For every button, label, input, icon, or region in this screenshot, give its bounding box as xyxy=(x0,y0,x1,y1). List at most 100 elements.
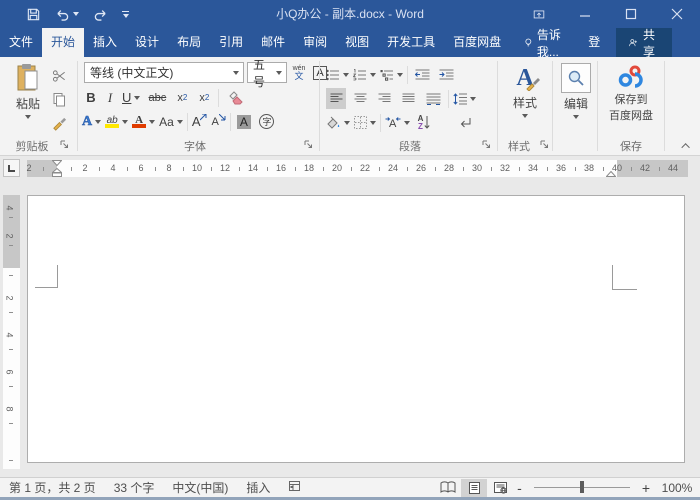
styles-dialog-launcher[interactable] xyxy=(540,140,550,150)
italic-button[interactable]: I xyxy=(104,87,116,108)
tell-me-box[interactable]: 告诉我... xyxy=(516,28,578,59)
align-left-button[interactable] xyxy=(326,88,346,109)
justify-button[interactable] xyxy=(398,88,418,109)
borders-button[interactable] xyxy=(354,112,376,133)
zoom-slider-thumb[interactable] xyxy=(579,481,584,493)
close-button[interactable] xyxy=(654,0,700,28)
shading-button[interactable] xyxy=(326,112,350,133)
minimize-button[interactable] xyxy=(562,0,608,28)
vertical-ruler[interactable]: 4 2 2 4 6 8 xyxy=(3,195,20,469)
tab-baidu-netdisk[interactable]: 百度网盘 xyxy=(444,28,510,57)
distribute-button[interactable] xyxy=(422,88,444,109)
tab-view[interactable]: 视图 xyxy=(336,28,378,57)
numbering-dropdown-icon[interactable] xyxy=(370,72,376,77)
multilevel-list-button[interactable] xyxy=(380,64,403,85)
decrease-indent-button[interactable] xyxy=(412,64,432,85)
collapse-ribbon-button[interactable] xyxy=(680,141,694,152)
word-count-status[interactable]: 33 个字 xyxy=(105,479,164,496)
web-layout-button[interactable] xyxy=(487,479,513,497)
text-effects-button[interactable]: A xyxy=(82,111,102,132)
asian-layout-button[interactable]: A xyxy=(385,112,410,133)
share-button[interactable]: 共享 xyxy=(616,28,672,59)
underline-dropdown-icon[interactable] xyxy=(134,95,141,100)
macro-recording-button[interactable] xyxy=(279,480,310,495)
bullets-button[interactable] xyxy=(326,64,349,85)
customize-qat-button[interactable] xyxy=(122,10,129,18)
shading-dropdown-icon[interactable] xyxy=(344,120,350,125)
clipboard-dialog-launcher[interactable] xyxy=(60,140,70,150)
format-painter-button[interactable] xyxy=(48,113,70,134)
language-status[interactable]: 中文(中国) xyxy=(163,479,237,496)
maximize-button[interactable] xyxy=(608,0,654,28)
print-layout-button[interactable] xyxy=(461,478,488,497)
increase-indent-button[interactable] xyxy=(436,64,456,85)
change-case-button[interactable]: Aa xyxy=(159,111,183,132)
font-color-dropdown-icon[interactable] xyxy=(149,119,156,124)
line-spacing-button[interactable] xyxy=(453,88,476,109)
tab-review[interactable]: 审阅 xyxy=(294,28,336,57)
sort-button[interactable]: A Z xyxy=(414,112,434,133)
font-dialog-launcher[interactable] xyxy=(304,140,314,150)
ribbon-display-options-button[interactable] xyxy=(516,0,562,28)
tab-stop-selector[interactable] xyxy=(3,159,20,177)
zoom-level[interactable]: 100% xyxy=(654,481,700,495)
grow-font-button[interactable]: A xyxy=(192,111,208,132)
line-spacing-dropdown-icon[interactable] xyxy=(470,96,476,101)
paragraph-dialog-launcher[interactable] xyxy=(482,140,492,150)
subscript-button[interactable]: x2 xyxy=(174,87,190,108)
document-page[interactable] xyxy=(27,195,685,463)
save-to-baidu-button[interactable]: 保存到 百度网盘 xyxy=(602,63,660,123)
hanging-indent-marker[interactable] xyxy=(52,168,62,177)
zoom-in-button[interactable]: + xyxy=(638,480,654,496)
character-shading-button[interactable]: A xyxy=(235,111,253,132)
superscript-button[interactable]: x2 xyxy=(196,87,212,108)
text-effects-dropdown-icon[interactable] xyxy=(95,119,102,124)
align-right-button[interactable] xyxy=(374,88,394,109)
page-number-status[interactable]: 第 1 页，共 2 页 xyxy=(0,479,105,496)
bold-button[interactable]: B xyxy=(84,87,98,108)
show-marks-button[interactable] xyxy=(456,112,474,133)
zoom-slider[interactable] xyxy=(533,481,630,493)
strikethrough-button[interactable]: abc xyxy=(146,87,168,108)
cut-button[interactable] xyxy=(48,65,70,86)
highlight-color-button[interactable]: ab xyxy=(105,111,129,132)
undo-dropdown-icon[interactable] xyxy=(73,12,79,16)
tab-home[interactable]: 开始 xyxy=(42,28,85,57)
multilevel-dropdown-icon[interactable] xyxy=(397,72,403,77)
copy-button[interactable] xyxy=(48,89,70,110)
tab-insert[interactable]: 插入 xyxy=(84,28,126,57)
styles-button[interactable]: A 样式 xyxy=(504,63,546,118)
read-mode-button[interactable] xyxy=(435,479,461,497)
borders-dropdown-icon[interactable] xyxy=(370,120,376,125)
font-name-combobox[interactable]: 等线 (中文正文) xyxy=(84,62,244,83)
save-icon[interactable] xyxy=(26,7,41,22)
shrink-font-button[interactable]: A xyxy=(211,111,226,132)
clear-formatting-button[interactable] xyxy=(225,87,249,108)
insert-mode-status[interactable]: 插入 xyxy=(237,479,279,496)
horizontal-ruler[interactable]: 2 2 4 6 8 10 12 14 16 18 20 22 24 26 28 30 32 34 36 38 40 42 4… xyxy=(26,160,688,177)
editing-button[interactable]: 编辑 xyxy=(558,63,594,119)
phonetic-guide-button[interactable]: wén 文 xyxy=(290,62,308,83)
highlight-dropdown-icon[interactable] xyxy=(122,119,129,124)
tab-references[interactable]: 引用 xyxy=(210,28,252,57)
change-case-dropdown-icon[interactable] xyxy=(176,119,183,124)
tab-mailings[interactable]: 邮件 xyxy=(252,28,294,57)
font-size-combobox[interactable]: 五号 xyxy=(247,58,287,89)
font-color-button[interactable]: A xyxy=(132,111,156,132)
first-line-indent-marker[interactable] xyxy=(52,160,62,166)
underline-button[interactable]: U xyxy=(122,87,141,108)
undo-button[interactable] xyxy=(55,8,79,21)
tab-file[interactable]: 文件 xyxy=(0,28,42,57)
enclose-characters-button[interactable]: 字 xyxy=(257,111,277,132)
redo-button[interactable] xyxy=(93,8,108,21)
bullets-dropdown-icon[interactable] xyxy=(343,72,349,77)
numbering-button[interactable] xyxy=(353,64,376,85)
asian-layout-dropdown-icon[interactable] xyxy=(404,120,410,125)
tab-layout[interactable]: 布局 xyxy=(168,28,210,57)
tab-design[interactable]: 设计 xyxy=(126,28,168,57)
zoom-out-button[interactable]: - xyxy=(513,480,526,496)
tab-developer[interactable]: 开发工具 xyxy=(378,28,444,57)
sign-in-button[interactable]: 登录 xyxy=(578,28,616,78)
paste-button[interactable]: 粘贴 xyxy=(8,63,48,119)
align-center-button[interactable] xyxy=(350,88,370,109)
